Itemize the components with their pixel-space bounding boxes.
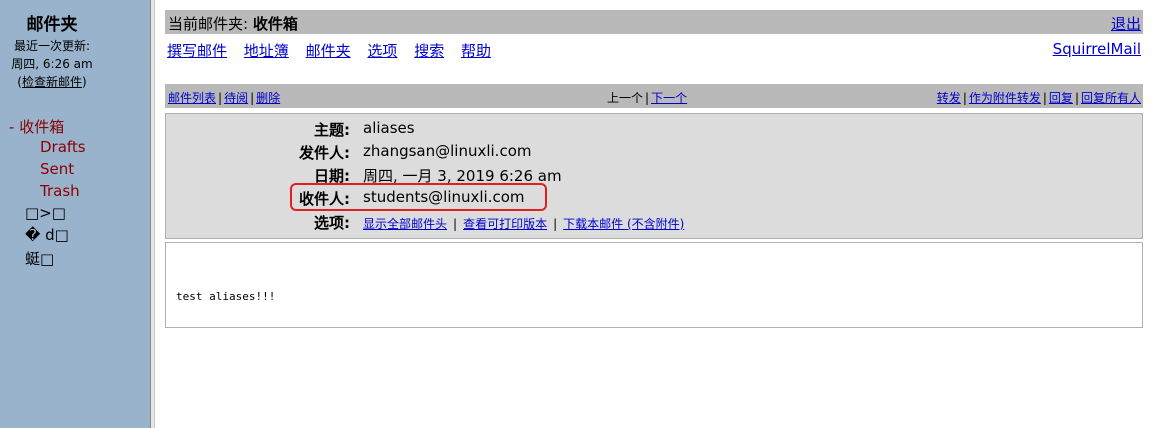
printable-version-link[interactable]: 查看可打印版本 xyxy=(463,217,547,231)
mail-window: 邮件夹 最近一次更新: 周四, 6:26 am (检查新邮件) - 收件箱 Dr… xyxy=(0,0,1152,428)
reply-link[interactable]: 回复 xyxy=(1049,91,1073,105)
separator: | xyxy=(1074,91,1079,105)
forward-attachment-link[interactable]: 作为附件转发 xyxy=(969,91,1041,105)
check-mail: (检查新邮件) xyxy=(0,73,104,90)
folder-inbox[interactable]: - 收件箱 xyxy=(9,116,64,137)
separator: | xyxy=(962,91,967,105)
message-pane: 当前邮件夹: 收件箱 退出 撰写邮件 地址簿 邮件夹 选项 搜索 帮助 Squi… xyxy=(165,0,1143,428)
from-label: 发件人: xyxy=(299,144,350,162)
from-value: zhangsan@linuxli.com xyxy=(363,142,532,160)
folder-inbox-collapse[interactable]: - xyxy=(9,118,19,136)
list-actions: 邮件列表 | 待阅 | 删除 xyxy=(168,89,280,106)
folder-pane: 邮件夹 最近一次更新: 周四, 6:26 am (检查新邮件) - 收件箱 Dr… xyxy=(0,0,150,428)
folder-garbled-2[interactable]: � d□ xyxy=(25,226,69,244)
delete-link[interactable]: 删除 xyxy=(256,91,280,105)
message-navigation: 上一个 | 下一个 xyxy=(607,89,687,106)
subject-value: aliases xyxy=(363,119,415,137)
forward-link[interactable]: 转发 xyxy=(937,91,961,105)
show-full-headers-link[interactable]: 显示全部邮件头 xyxy=(363,217,447,231)
nav-search[interactable]: 搜索 xyxy=(414,42,444,60)
pending-link[interactable]: 待阅 xyxy=(224,91,248,105)
folder-pane-title: 邮件夹 xyxy=(26,15,78,35)
current-folder-label: 当前邮件夹: xyxy=(168,15,253,33)
folder-trash[interactable]: Trash xyxy=(40,182,80,200)
message-headers: 主题: aliases 发件人: zhangsan@linuxli.com 日期… xyxy=(165,113,1143,239)
message-list-link[interactable]: 邮件列表 xyxy=(168,91,216,105)
reply-actions: 转发 | 作为附件转发 | 回复 | 回复所有人 xyxy=(937,89,1141,106)
title-bar: 当前邮件夹: 收件箱 退出 xyxy=(165,10,1143,34)
separator: | xyxy=(553,217,558,231)
check-mail-close-paren: ) xyxy=(82,75,87,89)
folder-inbox-label: 收件箱 xyxy=(19,118,65,136)
nav-addresses[interactable]: 地址簿 xyxy=(244,42,289,60)
current-folder-name: 收件箱 xyxy=(252,15,298,33)
separator: | xyxy=(218,91,223,105)
previous-label: 上一个 xyxy=(607,91,644,105)
header-subject-row: 主题: aliases xyxy=(166,119,1142,141)
header-options-row: 选项: 显示全部邮件头 | 查看可打印版本 | 下载本邮件 (不含附件) xyxy=(166,212,1142,234)
current-folder: 当前邮件夹: 收件箱 xyxy=(168,13,298,34)
message-body-text: test aliases!!! xyxy=(176,290,276,303)
nav-compose[interactable]: 撰写邮件 xyxy=(167,42,227,60)
options-links: 显示全部邮件头 | 查看可打印版本 | 下载本邮件 (不含附件) xyxy=(363,214,684,232)
nav-folders[interactable]: 邮件夹 xyxy=(306,42,351,60)
nav-options[interactable]: 选项 xyxy=(367,42,397,60)
separator: | xyxy=(1042,91,1047,105)
separator: | xyxy=(250,91,255,105)
check-mail-link[interactable]: 检查新邮件 xyxy=(22,75,82,89)
folder-garbled-3[interactable]: 蜓□ xyxy=(25,248,54,269)
options-label: 选项: xyxy=(314,214,350,232)
folder-garbled-1[interactable]: □>□ xyxy=(25,204,66,222)
main-nav: 撰写邮件 地址簿 邮件夹 选项 搜索 帮助 xyxy=(167,40,503,61)
separator: | xyxy=(453,217,458,231)
folder-drafts[interactable]: Drafts xyxy=(40,138,86,156)
next-link[interactable]: 下一个 xyxy=(651,91,687,105)
logout-link[interactable]: 退出 xyxy=(1111,13,1141,34)
header-from-row: 发件人: zhangsan@linuxli.com xyxy=(166,142,1142,164)
download-message-link[interactable]: 下载本邮件 (不含附件) xyxy=(563,217,684,231)
folder-sent[interactable]: Sent xyxy=(40,160,74,178)
frame-divider[interactable] xyxy=(150,0,155,428)
message-body: test aliases!!! xyxy=(165,242,1143,328)
message-actions-bar: 邮件列表 | 待阅 | 删除 上一个 | 下一个 转发 | 作为附件转发 | 回复 | 回复所有人 xyxy=(165,84,1143,108)
reply-all-link[interactable]: 回复所有人 xyxy=(1081,91,1141,105)
last-update-time: 周四, 6:26 am xyxy=(11,57,93,71)
brand-link[interactable]: SquirrelMail xyxy=(1053,40,1141,58)
subject-label: 主题: xyxy=(314,121,350,139)
recipient-highlight-box xyxy=(290,183,547,211)
last-update-label: 最近一次更新: xyxy=(13,39,91,53)
nav-help[interactable]: 帮助 xyxy=(461,42,491,60)
separator: | xyxy=(645,91,650,105)
